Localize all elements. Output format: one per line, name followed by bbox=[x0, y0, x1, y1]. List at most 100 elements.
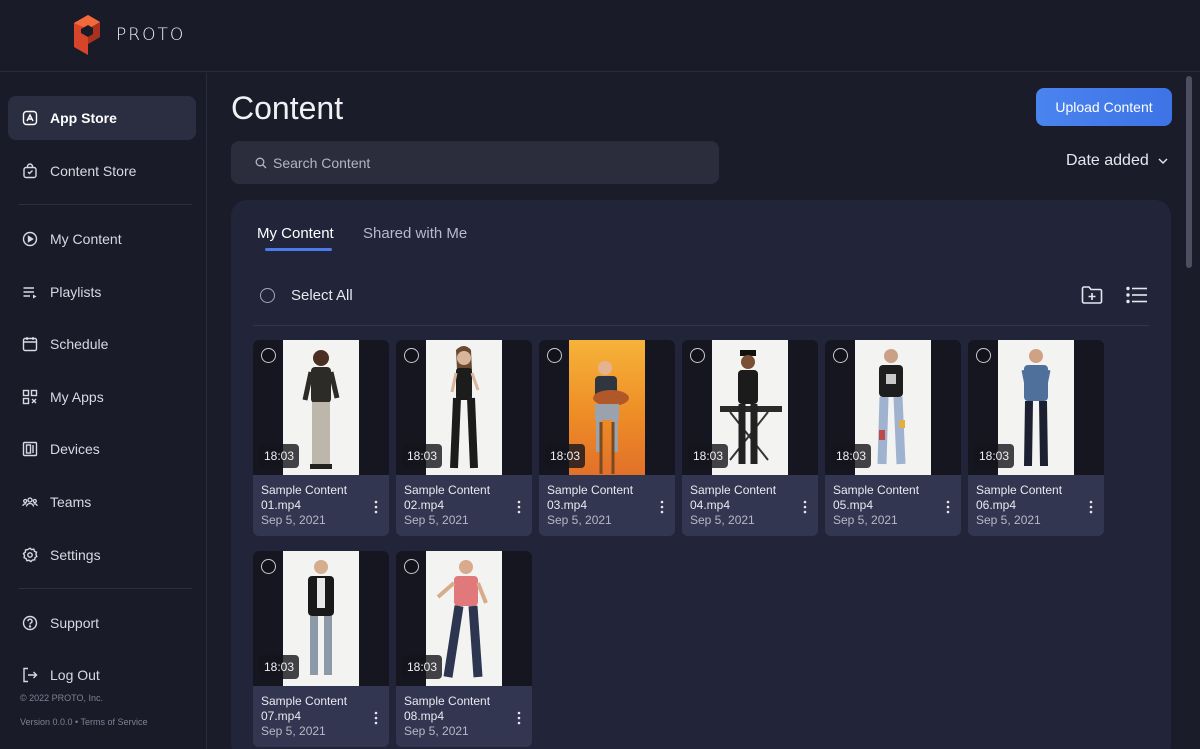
select-all-radio[interactable] bbox=[260, 288, 275, 303]
sidebar-divider bbox=[18, 204, 192, 205]
sidebar-item-playlists[interactable]: Playlists bbox=[8, 270, 196, 314]
card-select-checkbox[interactable] bbox=[261, 559, 276, 574]
calendar-icon bbox=[22, 336, 38, 352]
card-select-checkbox[interactable] bbox=[404, 348, 419, 363]
card-select-checkbox[interactable] bbox=[547, 348, 562, 363]
sidebar-item-log-out[interactable]: Log Out bbox=[8, 653, 196, 697]
more-options-icon[interactable] bbox=[517, 711, 521, 725]
scrollbar[interactable] bbox=[1186, 76, 1192, 268]
card-date: Sep 5, 2021 bbox=[547, 513, 612, 527]
version-terms-text: Version 0.0.0 • Terms of Service bbox=[20, 717, 148, 727]
sidebar-item-label: Log Out bbox=[50, 667, 100, 683]
card-select-checkbox[interactable] bbox=[976, 348, 991, 363]
more-options-icon[interactable] bbox=[946, 500, 950, 514]
sidebar-item-schedule[interactable]: Schedule bbox=[8, 322, 196, 366]
search-input[interactable]: Search Content bbox=[231, 141, 719, 184]
duration-badge: 18:03 bbox=[402, 444, 443, 468]
card-info: Sample Content 04.mp4 Sep 5, 2021 bbox=[682, 475, 818, 536]
card-info: Sample Content 06.mp4 Sep 5, 2021 bbox=[968, 475, 1104, 536]
sidebar-divider bbox=[18, 588, 192, 589]
card-title: Sample Content 08.mp4 bbox=[404, 694, 491, 723]
card-select-checkbox[interactable] bbox=[261, 348, 276, 363]
content-card[interactable]: 18:03 Sample Content 06.mp4 Sep 5, 2021 bbox=[968, 340, 1104, 536]
more-options-icon[interactable] bbox=[374, 500, 378, 514]
card-info: Sample Content 01.mp4 Sep 5, 2021 bbox=[253, 475, 389, 536]
toolbar-divider bbox=[253, 325, 1149, 326]
new-folder-icon[interactable] bbox=[1081, 285, 1103, 305]
card-select-checkbox[interactable] bbox=[833, 348, 848, 363]
card-title: Sample Content 01.mp4 bbox=[261, 483, 348, 512]
content-card[interactable]: 18:03 Sample Content 04.mp4 Sep 5, 2021 bbox=[682, 340, 818, 536]
card-date: Sep 5, 2021 bbox=[261, 724, 326, 738]
card-date: Sep 5, 2021 bbox=[690, 513, 755, 527]
card-info: Sample Content 08.mp4 Sep 5, 2021 bbox=[396, 686, 532, 747]
sidebar: App Store Content Store My Content Playl… bbox=[0, 73, 207, 749]
content-card[interactable]: 18:03 Sample Content 08.mp4 Sep 5, 2021 bbox=[396, 551, 532, 747]
sidebar-item-label: My Content bbox=[50, 231, 122, 247]
playlist-icon bbox=[22, 284, 38, 300]
logout-icon bbox=[22, 667, 38, 683]
content-card[interactable]: 18:03 Sample Content 05.mp4 Sep 5, 2021 bbox=[825, 340, 961, 536]
duration-badge: 18:03 bbox=[259, 655, 300, 679]
content-card[interactable]: 18:03 Sample Content 02.mp4 Sep 5, 2021 bbox=[396, 340, 532, 536]
chevron-down-icon bbox=[1158, 158, 1168, 164]
sidebar-item-content-store[interactable]: Content Store bbox=[8, 149, 196, 193]
sidebar-item-label: Schedule bbox=[50, 336, 109, 352]
duration-badge: 18:03 bbox=[688, 444, 729, 468]
list-view-icon[interactable] bbox=[1126, 286, 1148, 304]
proto-logo-icon[interactable] bbox=[72, 15, 102, 55]
teams-icon bbox=[22, 494, 38, 510]
sidebar-item-settings[interactable]: Settings bbox=[8, 533, 196, 577]
duration-badge: 18:03 bbox=[545, 444, 586, 468]
search-icon bbox=[255, 157, 267, 168]
sidebar-item-label: Devices bbox=[50, 441, 100, 457]
duration-badge: 18:03 bbox=[402, 655, 443, 679]
sidebar-item-label: Support bbox=[50, 615, 100, 631]
sort-dropdown[interactable]: Date added bbox=[1066, 152, 1169, 170]
sidebar-item-my-content[interactable]: My Content bbox=[8, 217, 196, 261]
duration-badge: 18:03 bbox=[974, 444, 1015, 468]
card-date: Sep 5, 2021 bbox=[833, 513, 898, 527]
sidebar-item-support[interactable]: Support bbox=[8, 601, 196, 645]
tab-my-content[interactable]: My Content bbox=[257, 225, 334, 242]
card-info: Sample Content 05.mp4 Sep 5, 2021 bbox=[825, 475, 961, 536]
sidebar-item-label: Playlists bbox=[50, 284, 102, 300]
more-options-icon[interactable] bbox=[660, 500, 664, 514]
shopping-bag-icon bbox=[22, 163, 38, 179]
card-info: Sample Content 02.mp4 Sep 5, 2021 bbox=[396, 475, 532, 536]
copyright-text: © 2022 PROTO, Inc. bbox=[20, 693, 103, 703]
card-title: Sample Content 05.mp4 bbox=[833, 483, 920, 512]
apps-grid-icon bbox=[22, 389, 38, 405]
sidebar-item-label: App Store bbox=[50, 110, 117, 126]
content-card[interactable]: 18:03 Sample Content 03.mp4 Sep 5, 2021 bbox=[539, 340, 675, 536]
card-date: Sep 5, 2021 bbox=[261, 513, 326, 527]
select-all-checkbox[interactable]: Select All bbox=[260, 287, 353, 304]
more-options-icon[interactable] bbox=[374, 711, 378, 725]
sidebar-item-my-apps[interactable]: My Apps bbox=[8, 375, 196, 419]
sidebar-item-label: My Apps bbox=[50, 389, 104, 405]
more-options-icon[interactable] bbox=[517, 500, 521, 514]
card-title: Sample Content 04.mp4 bbox=[690, 483, 777, 512]
sidebar-item-label: Settings bbox=[50, 547, 101, 563]
card-select-checkbox[interactable] bbox=[404, 559, 419, 574]
upload-content-button[interactable]: Upload Content bbox=[1036, 88, 1172, 126]
more-options-icon[interactable] bbox=[803, 500, 807, 514]
sidebar-item-devices[interactable]: Devices bbox=[8, 427, 196, 471]
card-info: Sample Content 03.mp4 Sep 5, 2021 bbox=[539, 475, 675, 536]
card-title: Sample Content 07.mp4 bbox=[261, 694, 348, 723]
card-title: Sample Content 06.mp4 bbox=[976, 483, 1063, 512]
content-card[interactable]: 18:03 Sample Content 07.mp4 Sep 5, 2021 bbox=[253, 551, 389, 747]
sidebar-item-label: Teams bbox=[50, 494, 92, 510]
card-date: Sep 5, 2021 bbox=[976, 513, 1041, 527]
sort-label: Date added bbox=[1066, 152, 1149, 169]
card-title: Sample Content 03.mp4 bbox=[547, 483, 634, 512]
gear-icon bbox=[22, 547, 38, 563]
more-options-icon[interactable] bbox=[1089, 500, 1093, 514]
tab-shared-with-me[interactable]: Shared with Me bbox=[363, 225, 467, 242]
card-select-checkbox[interactable] bbox=[690, 348, 705, 363]
search-placeholder: Search Content bbox=[273, 154, 371, 171]
sidebar-item-app-store[interactable]: App Store bbox=[8, 96, 196, 140]
content-card[interactable]: 18:03 Sample Content 01.mp4 Sep 5, 2021 bbox=[253, 340, 389, 536]
sidebar-item-teams[interactable]: Teams bbox=[8, 480, 196, 524]
device-icon bbox=[22, 441, 38, 457]
